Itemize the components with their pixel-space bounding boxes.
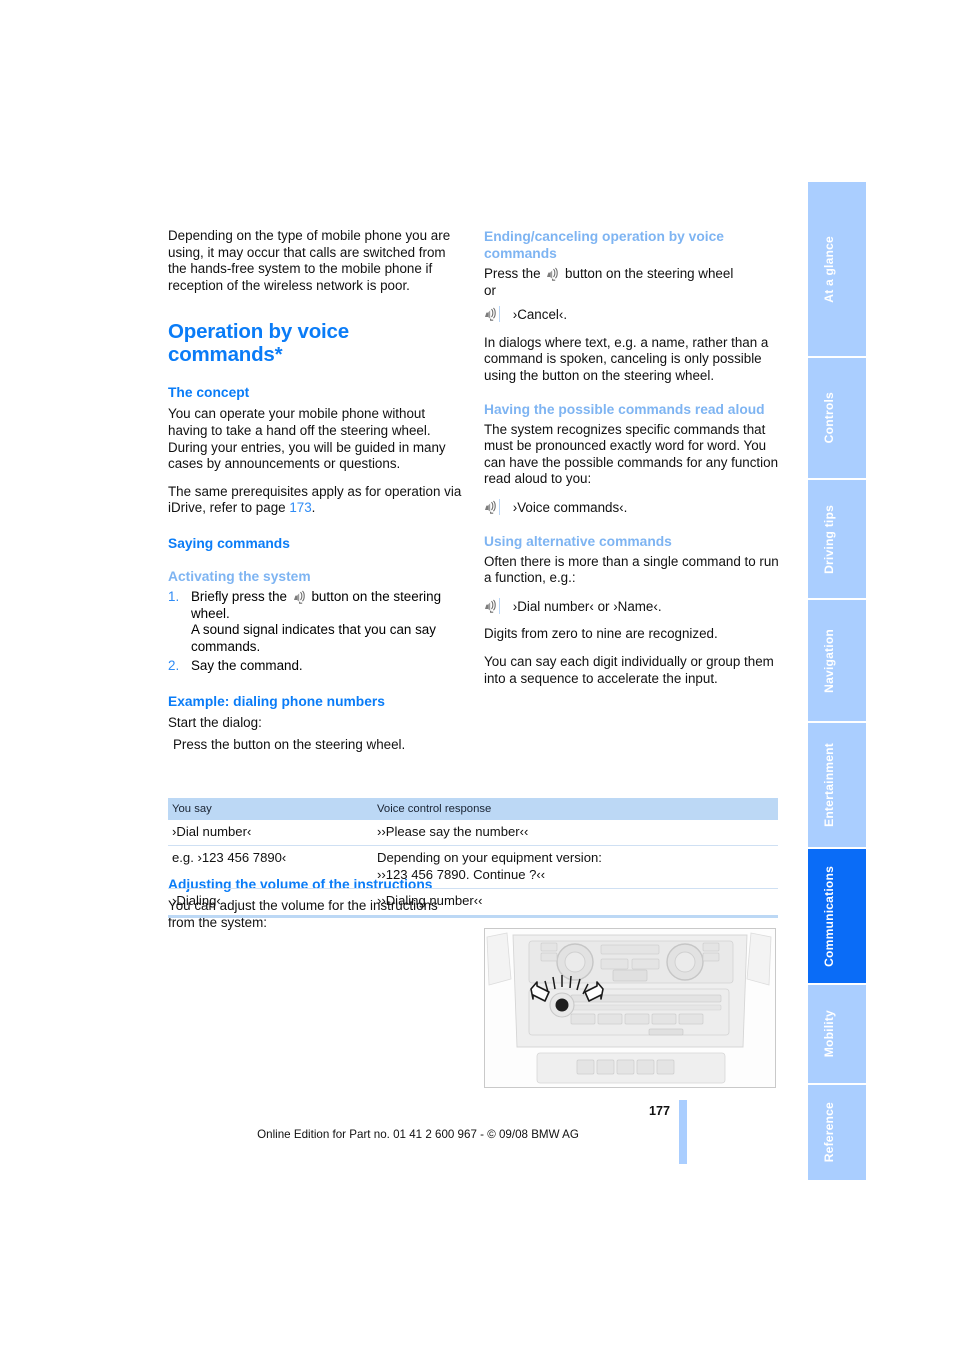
cell-you-say: ›Dial number‹ (168, 820, 373, 847)
voice-command-icon (484, 306, 500, 323)
step-number: 2. (168, 658, 180, 674)
intro-paragraph: Depending on the type of mobile phone yo… (168, 228, 451, 293)
table-header-response: Voice control response (373, 798, 778, 820)
alternative-command-line: ›Dial number‹ or ›Name‹. (484, 597, 782, 616)
step-text: Say the command. (191, 658, 303, 674)
table-header-you-say: You say (168, 798, 373, 820)
voice-command-icon (484, 498, 500, 515)
tab-label: Controls (822, 392, 836, 444)
chapter-tab-rail: At a glance Controls Driving tips Naviga… (808, 182, 866, 1180)
tab-label: Navigation (822, 628, 836, 693)
tab-label: Entertainment (822, 743, 836, 827)
concept-paragraph-1: You can operate your mobile phone withou… (168, 406, 446, 472)
heading-saying-commands: Saying commands (168, 535, 290, 551)
list-item: 1. Briefly press the button on the steer… (168, 589, 466, 655)
concept-paragraph-2: The same prerequisites apply as for oper… (168, 484, 466, 517)
manual-page: Depending on the type of mobile phone yo… (0, 0, 954, 1350)
concept-paragraph-2-post: . (311, 500, 316, 516)
voice-button-icon (293, 590, 306, 604)
heading-ending-canceling: Ending/canceling operation by voice comm… (484, 229, 724, 261)
cell-response: Depending on your equipment version: ››1… (373, 845, 778, 890)
example-action: Press the button on the steering wheel. (173, 736, 406, 752)
cell-you-say: e.g. ›123 456 7890‹ (168, 845, 373, 890)
step-text-extra: A sound signal indicates that you can sa… (191, 622, 436, 654)
step-number: 1. (168, 588, 180, 604)
page-reference-link[interactable]: 173 (289, 500, 311, 515)
ending-press-line: Press the button on the steering wheel (484, 266, 782, 283)
voice-button-icon (546, 267, 559, 281)
activating-steps-list: 1. Briefly press the button on the steer… (168, 589, 466, 675)
sidebar-item-mobility[interactable]: Mobility (808, 985, 866, 1083)
read-aloud-command-text: ›Voice commands‹. (512, 499, 628, 515)
heading-read-aloud: Having the possible commands read aloud (484, 401, 765, 417)
sidebar-item-communications[interactable]: Communications (808, 849, 866, 983)
digits-paragraph: Digits from zero to nine are recognized. (484, 626, 718, 642)
sidebar-item-reference[interactable]: Reference (808, 1085, 866, 1180)
chapter-title: Operation by voice commands* (168, 320, 349, 367)
sidebar-item-navigation[interactable]: Navigation (808, 600, 866, 721)
heading-alternative-commands: Using alternative commands (484, 533, 672, 549)
voice-dialog-table: You say Voice control response ›Dial num… (168, 798, 778, 918)
tab-label: Communications (822, 865, 836, 967)
cell-you-say: ›Dialing‹ (168, 888, 373, 918)
alternative-command-text: ›Dial number‹ or ›Name‹. (512, 598, 662, 614)
read-aloud-command-line: ›Voice commands‹. (484, 498, 782, 517)
sidebar-item-driving-tips[interactable]: Driving tips (808, 480, 866, 598)
cell-response: ››Please say the number‹‹ (373, 820, 778, 847)
list-item: 2. Say the command. (168, 658, 466, 675)
heading-activating-the-system: Activating the system (168, 568, 311, 584)
step-text-pre: Briefly press the (191, 588, 288, 604)
ending-command-line: ›Cancel‹. (484, 306, 782, 324)
table-header-row: You say Voice control response (168, 798, 778, 820)
sequence-paragraph: You can say each digit individually or g… (484, 653, 774, 686)
heading-example-dialing: Example: dialing phone numbers (168, 693, 385, 709)
tab-label: Reference (822, 1102, 836, 1163)
sidebar-item-controls[interactable]: Controls (808, 358, 866, 478)
table-row: e.g. ›123 456 7890‹ Depending on your eq… (168, 845, 778, 890)
example-lead: Start the dialog: (168, 714, 262, 730)
tab-label: Mobility (822, 1010, 836, 1058)
page-number: 177 (648, 1104, 670, 1118)
sidebar-item-entertainment[interactable]: Entertainment (808, 723, 866, 847)
ending-press-post: button on the steering wheel (565, 266, 734, 281)
table-row: ›Dial number‹ ››Please say the number‹‹ (168, 820, 778, 847)
ending-command-text: ›Cancel‹. (512, 307, 568, 323)
console-illustration (484, 928, 776, 1088)
tab-label: At a glance (822, 235, 836, 303)
ending-press-pre: Press the (484, 266, 541, 281)
read-aloud-paragraph: The system recognizes specific commands … (484, 421, 779, 487)
ending-paragraph: In dialogs where text, e.g. a name, rath… (484, 334, 769, 383)
tab-label: Driving tips (822, 504, 836, 574)
alternative-paragraph: Often there is more than a single comman… (484, 553, 779, 586)
right-column: Ending/canceling operation by voice comm… (484, 228, 782, 698)
cell-response: ››Dialing number‹‹ (373, 888, 778, 918)
table-row: ›Dialing‹ ››Dialing number‹‹ (168, 888, 778, 918)
sidebar-item-at-a-glance[interactable]: At a glance (808, 182, 866, 356)
voice-command-icon (484, 597, 500, 614)
heading-the-concept: The concept (168, 385, 250, 401)
footer-note: Online Edition for Part no. 01 41 2 600 … (257, 1128, 579, 1141)
footer-accent-bar (679, 1100, 687, 1164)
ending-or: or (484, 282, 496, 298)
